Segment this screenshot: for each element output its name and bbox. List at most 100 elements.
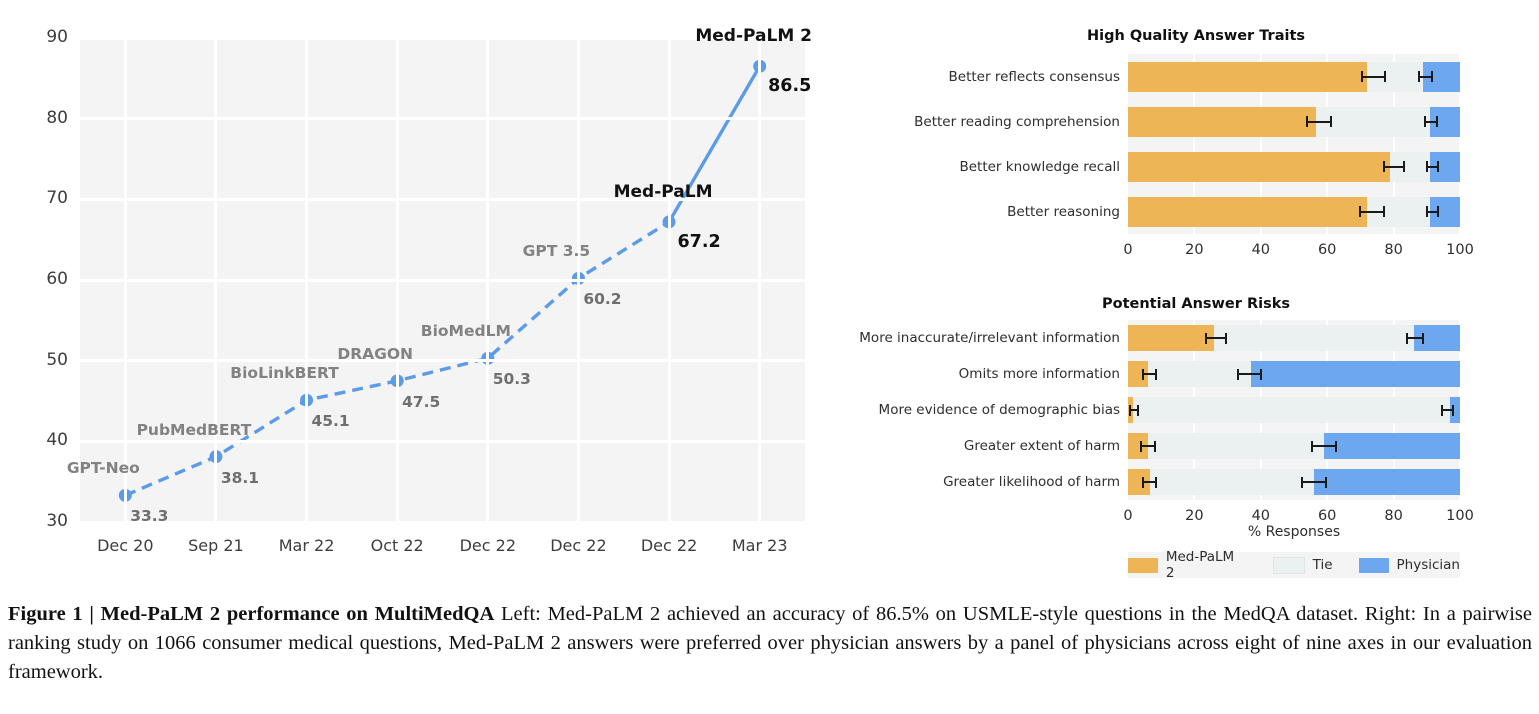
bar-segment-physician <box>1313 469 1460 495</box>
data-point-name-label: GPT 3.5 <box>522 242 591 261</box>
errorbar-med-palm-2-cap <box>1224 332 1227 344</box>
errorbar-med-palm-2-cap <box>1382 206 1385 217</box>
data-point-name-label: BioLinkBERT <box>230 364 339 383</box>
legend-item: Physician <box>1358 557 1460 573</box>
errorbar-physician <box>1312 445 1336 447</box>
bar-chart-title: Potential Answer Risks <box>1101 296 1291 312</box>
errorbar-med-palm-2-cap <box>1155 368 1158 380</box>
legend-label: Physician <box>1396 557 1460 573</box>
errorbar-physician <box>1302 481 1326 483</box>
errorbar-physician-cap <box>1236 368 1239 380</box>
bar-segment-med-palm-2 <box>1128 106 1316 137</box>
gridline-horizontal <box>80 439 805 443</box>
x-axis-tick-label: 80 <box>1384 242 1403 258</box>
errorbar-med-palm-2-cap <box>1361 71 1364 82</box>
errorbar-med-palm-2-cap <box>1128 404 1131 416</box>
errorbar-physician-cap <box>1424 116 1427 127</box>
figure-caption: Figure 1 | Med-PaLM 2 performance on Mul… <box>8 600 1532 687</box>
bar-chart-potential-answer-risks: Potential Answer Risks More inaccurate/i… <box>859 296 1532 546</box>
figure-root: MedQA (USMLE-Style) Accuracy (%) 3040506… <box>0 0 1539 714</box>
bar-category-label: Greater likelihood of harm <box>943 474 1120 490</box>
errorbar-med-palm-2-cap <box>1141 368 1144 380</box>
bar-category-label: Better reflects consensus <box>948 68 1120 85</box>
errorbar-med-palm-2 <box>1142 373 1157 375</box>
bar-category-label: More inaccurate/irrelevant information <box>859 330 1120 346</box>
data-point-value-label: 33.3 <box>130 507 169 526</box>
legend-label: Med-PaLM 2 <box>1165 549 1235 581</box>
line-chart-medqa-progress: MedQA (USMLE-Style) Accuracy (%) 3040506… <box>0 0 850 585</box>
errorbar-physician-cap <box>1435 116 1438 127</box>
errorbar-physician-cap <box>1452 404 1455 416</box>
bar-chart-title: High Quality Answer Traits <box>1086 28 1306 44</box>
errorbar-med-palm-2-cap <box>1306 116 1309 127</box>
errorbar-med-palm-2-cap <box>1205 332 1208 344</box>
x-axis-tick-label: 100 <box>1446 508 1474 524</box>
errorbar-med-palm-2-cap <box>1382 161 1385 172</box>
errorbar-physician-cap <box>1440 404 1443 416</box>
gridline-vertical <box>758 38 762 522</box>
gridline-vertical <box>576 38 580 522</box>
x-axis-title: % Responses <box>1247 524 1341 540</box>
bar-segment-tie <box>1128 397 1460 423</box>
bar-category-label: Better knowledge recall <box>959 158 1120 175</box>
errorbar-physician-cap <box>1334 440 1337 452</box>
errorbar-med-palm-2 <box>1206 337 1226 339</box>
errorbar-med-palm-2-cap <box>1155 476 1158 488</box>
y-axis-tick-label: 70 <box>46 188 68 209</box>
data-point-value-label: 47.5 <box>402 392 441 411</box>
gridline-horizontal <box>80 278 805 282</box>
data-point-value-label: 50.3 <box>492 370 531 389</box>
x-axis-tick-label: 100 <box>1446 242 1474 258</box>
x-axis-tick-label: 20 <box>1185 242 1204 258</box>
data-point-value-label: 45.1 <box>311 412 350 431</box>
errorbar-physician-cap <box>1259 368 1262 380</box>
errorbar-med-palm-2 <box>1141 445 1155 447</box>
errorbar-med-palm-2 <box>1362 75 1386 78</box>
bar-chart-high-quality-answer-traits: High Quality Answer Traits Better reflec… <box>860 28 1532 286</box>
x-axis-tick-label: 80 <box>1384 508 1403 524</box>
legend-swatch <box>1272 556 1305 574</box>
errorbar-med-palm-2 <box>1142 481 1157 483</box>
data-point-name-label: DRAGON <box>337 344 414 363</box>
errorbar-physician-cap <box>1425 206 1428 217</box>
bar-plot-area <box>1128 320 1461 500</box>
x-axis-tick-label: 60 <box>1317 508 1337 524</box>
errorbar-physician-cap <box>1311 440 1314 452</box>
data-point-name-label: Med-PaLM <box>613 181 713 202</box>
y-axis-tick-label: 90 <box>46 27 68 47</box>
bar-category-label: Omits more information <box>958 366 1120 382</box>
x-axis-tick-label: 20 <box>1185 508 1204 524</box>
errorbar-med-palm-2 <box>1383 165 1404 168</box>
errorbar-physician <box>1406 337 1424 339</box>
errorbar-physician <box>1237 373 1261 375</box>
data-point-value-label: 60.2 <box>583 290 622 309</box>
errorbar-physician-cap <box>1430 71 1433 82</box>
errorbar-med-palm-2-cap <box>1329 116 1332 127</box>
gridline-vertical <box>395 38 399 522</box>
bar-segment-med-palm-2 <box>1128 196 1368 227</box>
errorbar-physician-cap <box>1405 332 1408 344</box>
errorbar-med-palm-2-cap <box>1359 206 1362 217</box>
bar-segment-physician <box>1323 433 1460 459</box>
gridline-horizontal <box>80 117 805 121</box>
gridline-vertical <box>123 38 127 522</box>
gridline-vertical <box>214 38 218 522</box>
errorbar-physician-cap <box>1301 476 1304 488</box>
errorbar-physician-cap <box>1324 476 1327 488</box>
y-axis-tick-label: 80 <box>46 107 68 128</box>
gridline-vertical <box>486 38 490 522</box>
errorbar-med-palm-2 <box>1307 120 1331 123</box>
bar-segment-physician <box>1250 361 1460 387</box>
bar-segment-med-palm-2 <box>1128 61 1368 92</box>
errorbar-med-palm-2-cap <box>1402 161 1405 172</box>
x-axis-tick-label: 60 <box>1317 242 1337 258</box>
errorbar-physician-cap <box>1417 71 1420 82</box>
errorbar-physician <box>1418 75 1432 78</box>
bar-category-label: Better reasoning <box>1007 203 1120 220</box>
caption-prefix: Figure 1 | Med-PaLM 2 performance on Mul… <box>8 603 495 625</box>
bar-category-label: Greater extent of harm <box>963 438 1120 454</box>
x-axis-tick-label: 40 <box>1251 508 1271 524</box>
errorbar-med-palm-2-cap <box>1384 71 1387 82</box>
errorbar-med-palm-2-cap <box>1141 476 1144 488</box>
data-point-name-label: BioMedLM <box>420 322 511 341</box>
